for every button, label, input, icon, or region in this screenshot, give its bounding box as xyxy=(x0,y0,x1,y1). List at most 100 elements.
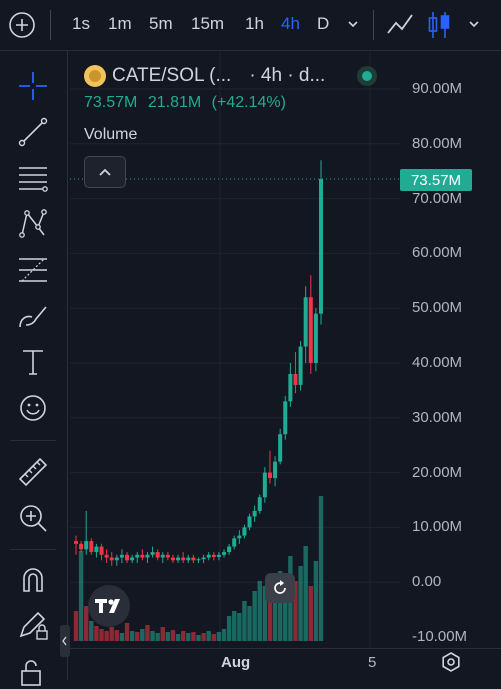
symbol-name: CATE/SOL (... xyxy=(112,65,232,86)
candle-body xyxy=(150,552,155,555)
volume-bar xyxy=(186,633,191,641)
volume-bar xyxy=(180,631,186,641)
candle-body xyxy=(155,552,160,558)
volume-bar xyxy=(109,627,114,641)
volume-bar xyxy=(140,629,145,641)
text-icon[interactable] xyxy=(16,345,50,379)
timeframe-5m[interactable]: 5m xyxy=(149,14,173,34)
ruler-icon[interactable] xyxy=(16,455,50,489)
y-tick-label: 40.00M xyxy=(412,354,463,371)
chevron-down-icon[interactable] xyxy=(466,16,482,32)
pattern-icon[interactable] xyxy=(16,207,50,241)
volume-bar xyxy=(247,606,252,641)
candle-body xyxy=(273,461,278,479)
volume-bar xyxy=(232,611,237,641)
y-tick-label: 70.00M xyxy=(412,189,463,207)
timeframe-1h[interactable]: 1h xyxy=(245,14,264,34)
candle-body xyxy=(247,516,252,528)
candle-body xyxy=(298,346,303,385)
indicator-label[interactable]: Volume xyxy=(84,126,137,144)
candle-body xyxy=(227,546,232,553)
candle-body xyxy=(262,472,267,498)
candle-body xyxy=(216,554,221,557)
volume-bar xyxy=(211,634,217,641)
candle-body xyxy=(160,554,165,558)
chevron-up-icon xyxy=(99,168,111,176)
candle-body xyxy=(252,510,257,517)
y-tick-label: 60.00M xyxy=(412,244,463,262)
trend-line-icon[interactable] xyxy=(16,115,50,149)
candle-body xyxy=(257,497,262,511)
volume-bar xyxy=(318,496,324,641)
volume-value: 73.57M xyxy=(84,94,138,111)
chevron-down-icon[interactable] xyxy=(345,16,361,32)
volume-bar xyxy=(298,566,303,641)
token-logo-icon xyxy=(84,65,106,87)
candle-body xyxy=(222,552,227,555)
candle-body xyxy=(288,373,293,402)
volume-bar xyxy=(150,631,155,641)
volume-bar xyxy=(252,591,257,641)
volume-bar xyxy=(155,633,160,641)
volume-bar xyxy=(272,601,278,641)
candle-body xyxy=(206,554,211,558)
candle-body xyxy=(242,527,247,536)
toolbar-divider xyxy=(10,440,56,441)
candle-body xyxy=(211,554,216,557)
y-tick-label: 0.00 xyxy=(412,573,442,591)
candle-body xyxy=(109,557,114,561)
y-tick-label: 90.00M xyxy=(412,80,463,97)
collapse-legend-button[interactable] xyxy=(84,156,126,188)
candle-body xyxy=(130,557,135,561)
timeframe-d[interactable]: D xyxy=(317,14,329,34)
volume-bar xyxy=(99,629,104,641)
candle-body xyxy=(140,554,145,558)
sidebar-collapse-handle[interactable] xyxy=(60,625,70,657)
unlock-icon[interactable] xyxy=(16,655,50,689)
time-axis-border xyxy=(70,648,501,649)
horizontal-lines-icon[interactable] xyxy=(16,161,50,195)
timeframe-15m[interactable]: 15m xyxy=(191,14,224,34)
symbol-legend[interactable]: CATE/SOL (... · 4h · d... xyxy=(84,62,325,90)
candlestick-chart-icon[interactable] xyxy=(426,10,452,40)
brush-icon[interactable] xyxy=(16,299,50,333)
candle-body xyxy=(196,559,201,561)
add-symbol-icon[interactable] xyxy=(8,11,36,39)
magnet-icon[interactable] xyxy=(16,563,50,597)
tradingview-logo[interactable] xyxy=(88,585,130,627)
volume-bar xyxy=(145,625,150,641)
market-status-icon[interactable] xyxy=(357,66,377,86)
reset-chart-button[interactable] xyxy=(265,573,295,603)
tradingview-logo-icon xyxy=(95,599,120,613)
emoji-icon[interactable] xyxy=(16,391,50,425)
volume-bar xyxy=(135,632,140,641)
candle-body xyxy=(319,179,323,314)
volume-bar xyxy=(124,623,130,641)
volume-bar xyxy=(160,627,165,641)
candle-body xyxy=(99,546,104,555)
top-toolbar: 1s 1m 5m 15m 1h 4h D xyxy=(0,0,501,51)
chart-settings-icon[interactable] xyxy=(440,651,462,673)
candle-body xyxy=(201,557,206,560)
candle-body xyxy=(303,297,308,347)
timeframe-1m[interactable]: 1m xyxy=(108,14,132,34)
crosshair-icon[interactable] xyxy=(16,69,50,103)
toolbar-divider xyxy=(10,549,56,550)
volume-bar xyxy=(226,616,232,641)
candle-body xyxy=(89,541,94,553)
chevron-left-icon xyxy=(62,636,67,646)
candle-body xyxy=(283,401,288,435)
x-tick-label: Aug xyxy=(221,654,251,671)
volume-values: 73.57M 21.81M (+42.14%) xyxy=(84,94,292,112)
lock-drawing-icon[interactable] xyxy=(16,609,50,643)
fib-retracement-icon[interactable] xyxy=(16,253,50,287)
refresh-icon xyxy=(274,580,286,594)
timeframe-4h[interactable]: 4h xyxy=(281,14,300,34)
zoom-in-icon[interactable] xyxy=(16,501,50,535)
volume-bar xyxy=(206,631,211,641)
volume-bar xyxy=(196,635,201,641)
candle-body xyxy=(94,546,99,553)
candle-body xyxy=(170,557,175,561)
line-chart-icon[interactable] xyxy=(386,13,414,37)
timeframe-1s[interactable]: 1s xyxy=(72,14,90,34)
